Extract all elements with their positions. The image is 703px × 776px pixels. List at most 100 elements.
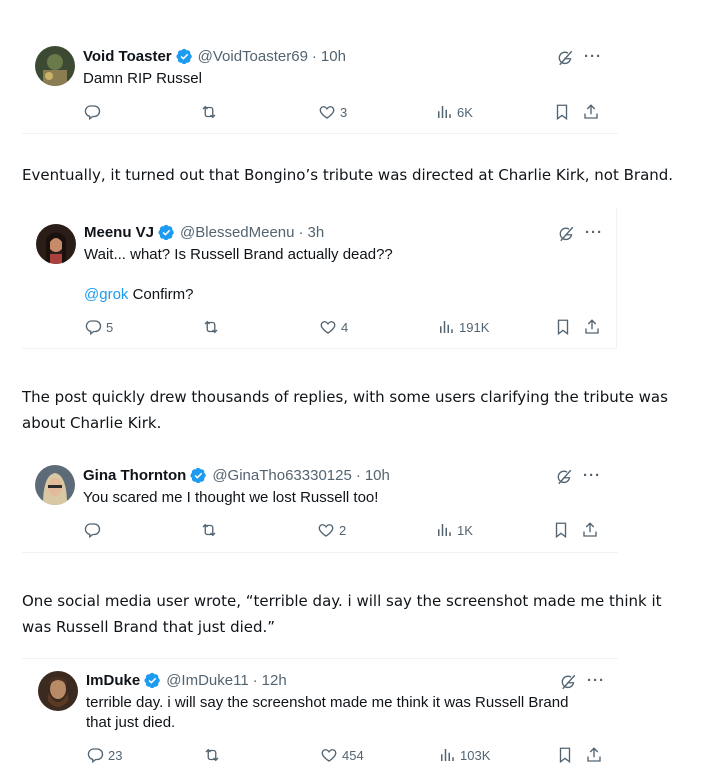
views-count: 191K xyxy=(459,319,490,335)
share-button[interactable] xyxy=(581,521,599,539)
author-handle[interactable]: @GinaTho63330125 xyxy=(212,467,352,484)
more-icon[interactable]: ··· xyxy=(587,672,605,689)
grok-icon[interactable] xyxy=(556,49,574,67)
author-handle[interactable]: @BlessedMeenu xyxy=(180,224,294,241)
repost-button[interactable] xyxy=(200,103,218,121)
verified-badge-icon xyxy=(144,672,161,689)
timestamp[interactable]: 10h xyxy=(321,48,346,65)
reply-icon xyxy=(84,318,102,336)
tweet-text: terrible day. i will say the screenshot … xyxy=(86,694,569,731)
author-name[interactable]: ImDuke xyxy=(86,672,140,689)
reply-button[interactable] xyxy=(83,103,105,121)
tweet-text: You scared me I thought we lost Russell … xyxy=(83,489,379,506)
author-handle[interactable]: @ImDuke11 xyxy=(166,672,248,689)
avatar[interactable] xyxy=(36,224,76,264)
separator-dot: · xyxy=(252,672,258,689)
avatar[interactable] xyxy=(35,465,75,505)
divider xyxy=(22,133,618,134)
like-button[interactable]: 3 xyxy=(318,103,347,121)
reply-icon xyxy=(83,521,101,539)
mention-link[interactable]: @grok xyxy=(84,286,128,303)
divider xyxy=(22,658,618,659)
divider xyxy=(22,552,618,553)
views-icon xyxy=(435,521,453,539)
bookmark-icon xyxy=(553,103,571,121)
views-button[interactable]: 1K xyxy=(435,521,473,539)
views-count: 1K xyxy=(457,522,473,538)
reply-button[interactable]: 23 xyxy=(86,746,122,764)
repost-icon xyxy=(200,103,218,121)
views-count: 103K xyxy=(460,747,491,763)
reply-count: 23 xyxy=(108,747,123,763)
more-icon[interactable]: ··· xyxy=(583,467,601,484)
bookmark-icon xyxy=(552,521,570,539)
reply-icon xyxy=(83,103,101,121)
like-icon xyxy=(318,103,336,121)
more-icon[interactable]: ··· xyxy=(585,224,603,241)
author-name[interactable]: Meenu VJ xyxy=(84,224,154,241)
repost-button[interactable] xyxy=(203,746,221,764)
reply-count: 5 xyxy=(106,319,114,335)
bookmark-button[interactable] xyxy=(553,103,571,121)
avatar[interactable] xyxy=(35,46,75,86)
bookmark-icon xyxy=(556,746,574,764)
grok-icon[interactable] xyxy=(555,468,573,486)
repost-button[interactable] xyxy=(202,318,220,336)
bookmark-button[interactable] xyxy=(556,746,574,764)
repost-icon xyxy=(203,746,221,764)
views-count: 6K xyxy=(457,104,473,120)
more-icon[interactable]: ··· xyxy=(584,48,602,65)
like-count: 4 xyxy=(341,319,349,335)
views-icon xyxy=(438,746,456,764)
repost-icon xyxy=(202,318,220,336)
tweet-card[interactable]: ImDuke @ImDuke11 · 12h terrible day. i w… xyxy=(22,658,618,776)
like-button[interactable]: 4 xyxy=(319,318,348,336)
like-button[interactable]: 2 xyxy=(317,521,346,539)
share-icon xyxy=(582,103,600,121)
tweet-text-confirm: Confirm? xyxy=(132,286,194,303)
separator-dot: · xyxy=(298,224,304,241)
tweet-card[interactable]: Void Toaster @VoidToaster69 · 10h Damn R… xyxy=(22,30,618,134)
grok-icon[interactable] xyxy=(557,225,575,243)
like-count: 454 xyxy=(342,747,364,763)
like-icon xyxy=(319,318,337,336)
like-count: 2 xyxy=(339,522,347,538)
verified-badge-icon xyxy=(176,48,193,65)
views-button[interactable]: 103K xyxy=(438,746,490,764)
avatar[interactable] xyxy=(38,671,78,711)
tweet-card[interactable]: Meenu VJ @BlessedMeenu · 3h Wait... what… xyxy=(22,208,618,350)
timestamp[interactable]: 12h xyxy=(262,672,287,689)
article-paragraph: The post quickly drew thousands of repli… xyxy=(22,388,668,432)
author-name[interactable]: Gina Thornton xyxy=(83,467,186,484)
bookmark-button[interactable] xyxy=(554,318,572,336)
reply-button[interactable] xyxy=(83,521,105,539)
article-paragraph: Eventually, it turned out that Bongino’s… xyxy=(22,166,674,184)
separator-dot: · xyxy=(355,467,361,484)
tweet-text: Wait... what? Is Russell Brand actually … xyxy=(84,246,393,263)
reply-button[interactable]: 5 xyxy=(84,318,113,336)
like-icon xyxy=(317,521,335,539)
like-count: 3 xyxy=(340,104,348,120)
tweet-text: Damn RIP Russel xyxy=(83,70,202,87)
bookmark-icon xyxy=(554,318,572,336)
repost-button[interactable] xyxy=(200,521,218,539)
separator-dot: · xyxy=(311,48,317,65)
timestamp[interactable]: 3h xyxy=(308,224,325,241)
like-button[interactable]: 454 xyxy=(320,746,364,764)
views-button[interactable]: 6K xyxy=(435,103,473,121)
article-paragraph: One social media user wrote, “terrible d… xyxy=(22,592,662,636)
share-button[interactable] xyxy=(582,103,600,121)
grok-icon[interactable] xyxy=(559,673,577,691)
views-icon xyxy=(437,318,455,336)
author-name[interactable]: Void Toaster xyxy=(83,48,172,65)
bookmark-button[interactable] xyxy=(552,521,570,539)
tweet-card[interactable]: Gina Thornton @GinaTho63330125 · 10h You… xyxy=(22,450,618,553)
reply-icon xyxy=(86,746,104,764)
share-button[interactable] xyxy=(583,318,601,336)
share-icon xyxy=(583,318,601,336)
timestamp[interactable]: 10h xyxy=(365,467,390,484)
views-button[interactable]: 191K xyxy=(437,318,489,336)
share-button[interactable] xyxy=(585,746,603,764)
tweet-text-line2: @grok Confirm? xyxy=(84,285,193,305)
author-handle[interactable]: @VoidToaster69 xyxy=(198,48,308,65)
